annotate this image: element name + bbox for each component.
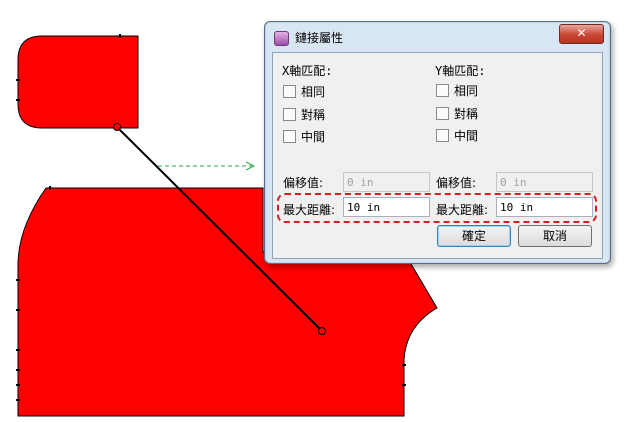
y-middle-checkbox[interactable] [436,129,449,142]
y-symmetric-checkbox[interactable] [436,107,449,120]
dialog-titlebar[interactable]: 鏈接屬性 ✕ [265,22,610,52]
x-max-distance-label: 最大距離: [283,203,336,217]
x-max-distance-field[interactable]: 10 in [343,197,430,217]
y-middle-label: 中間 [454,129,479,143]
y-offset-field: 0 in [496,172,593,192]
dialog-body: X軸匹配: 相同 對稱 中間 Y軸匹配: 相同 對稱 中間 偏移值: 0 in … [272,52,603,259]
x-same-checkbox[interactable] [283,85,296,98]
cancel-button[interactable]: 取消 [518,225,592,247]
y-same-label: 相同 [454,84,479,98]
anchor-point-end[interactable] [318,327,326,335]
y-max-distance-field[interactable]: 10 in [496,197,593,217]
x-same-label: 相同 [301,85,326,99]
x-symmetric-checkbox[interactable] [283,108,296,121]
x-offset-field: 0 in [343,172,430,192]
y-same-checkbox[interactable] [436,84,449,97]
app-icon [274,31,289,46]
y-max-distance-label: 最大距離: [436,203,489,217]
x-middle-checkbox[interactable] [283,130,296,143]
small-pattern-piece[interactable] [17,35,139,129]
x-symmetric-label: 對稱 [301,108,326,122]
y-match-heading: Y軸匹配: [435,64,486,78]
x-middle-label: 中間 [301,130,326,144]
x-match-heading: X軸匹配: [282,64,333,78]
ok-button[interactable]: 確定 [437,225,511,247]
dialog-title: 鏈接屬性 [295,31,344,45]
y-offset-label: 偏移值: [436,176,477,190]
x-offset-label: 偏移值: [283,176,324,190]
link-properties-dialog: 鏈接屬性 ✕ X軸匹配: 相同 對稱 中間 Y軸匹配: 相同 對稱 中間 偏移值… [264,21,611,264]
close-button[interactable]: ✕ [559,24,604,44]
anchor-point-start[interactable] [113,123,121,131]
y-symmetric-label: 對稱 [454,107,479,121]
link-arrow [158,161,256,171]
